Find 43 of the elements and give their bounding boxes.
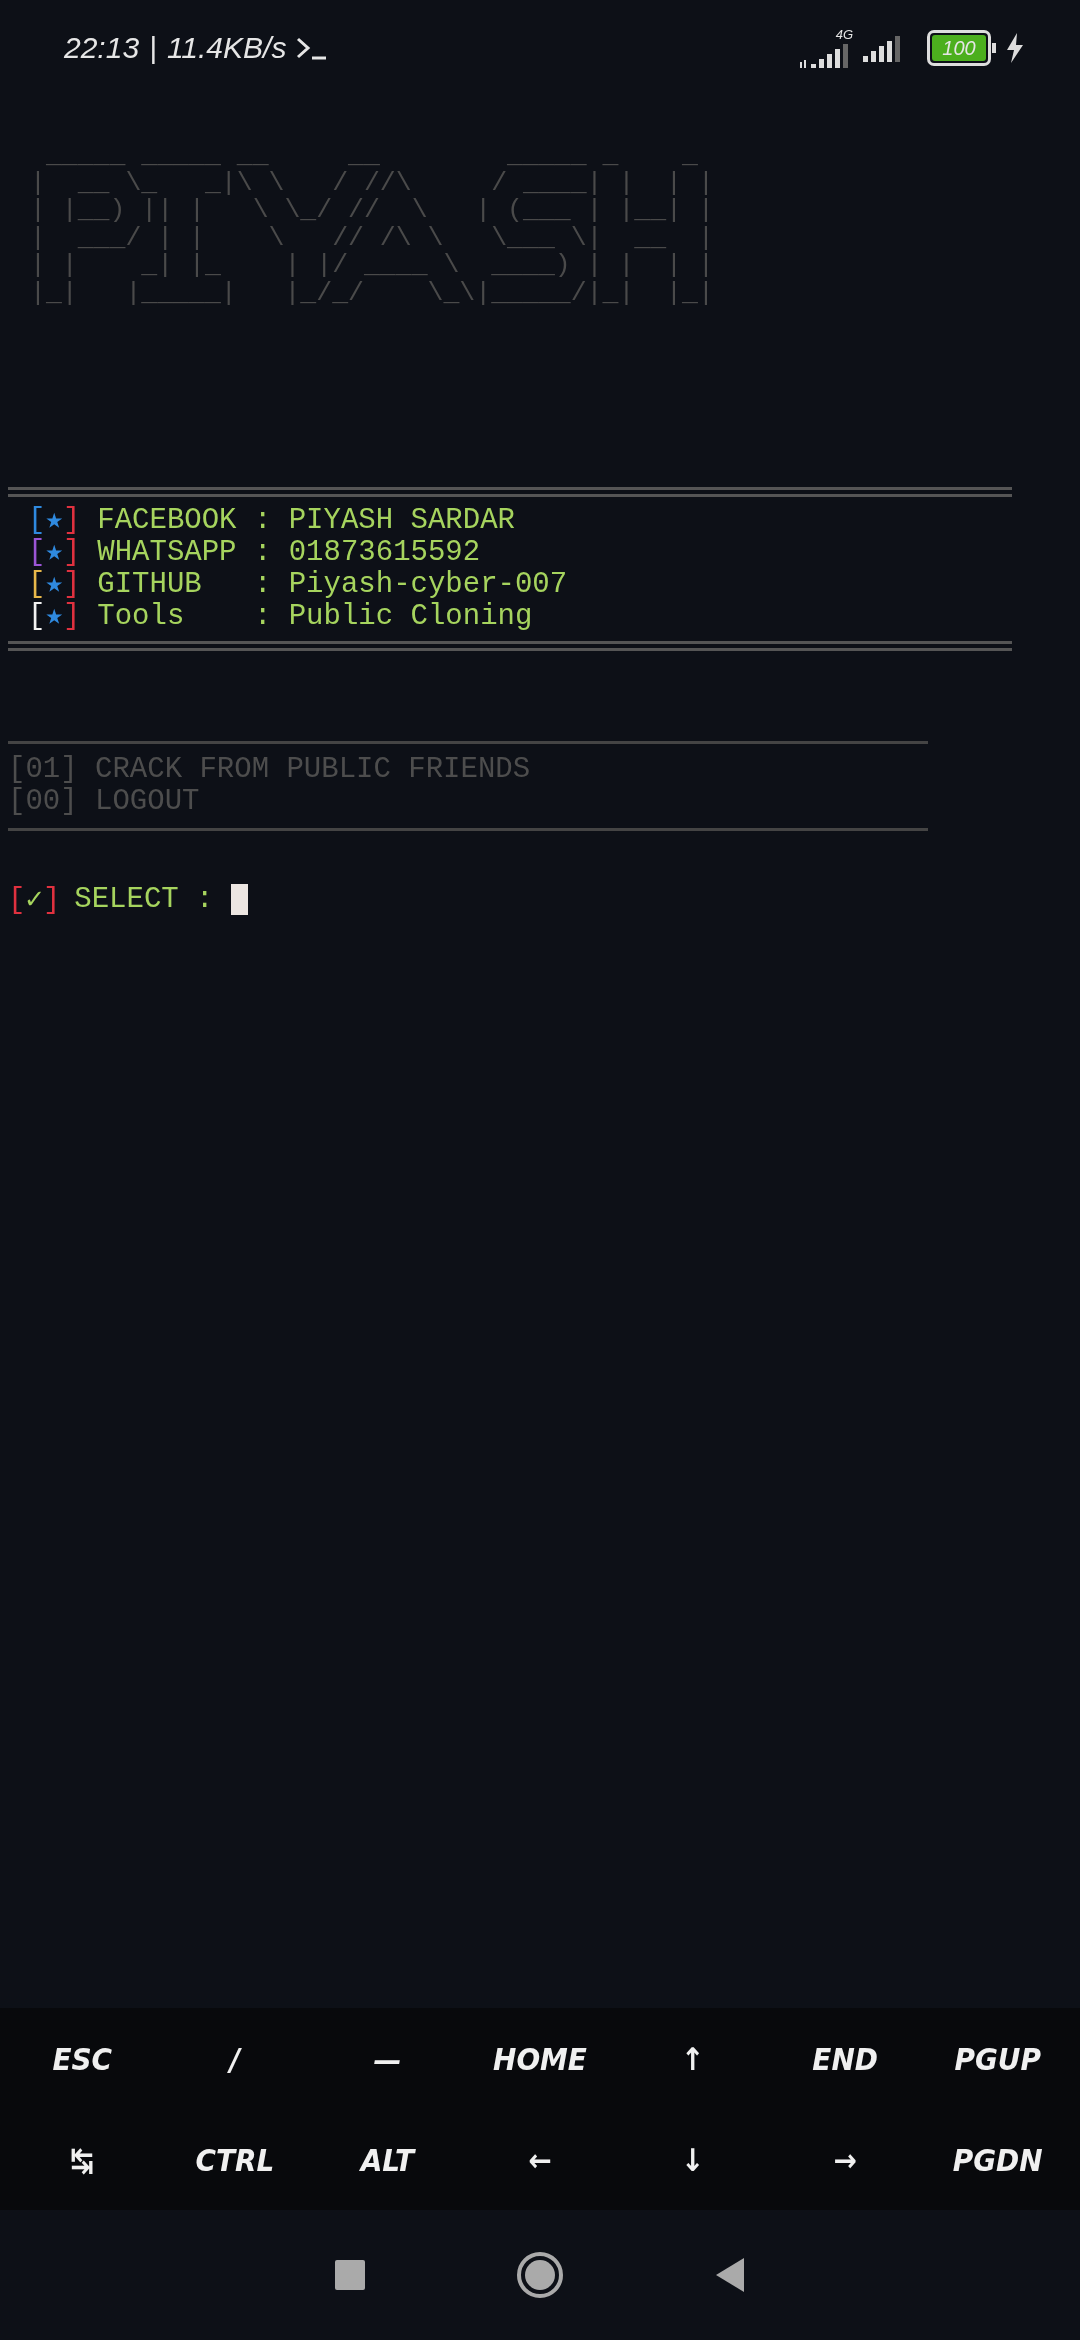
select-prompt: SELECT : xyxy=(74,882,214,916)
extra-key[interactable]: HOME xyxy=(487,2036,593,2081)
separator: | xyxy=(149,31,157,65)
ascii-banner-line: | ___/ | | \ // /\ \ \___ \| __ | xyxy=(30,224,715,252)
star-bullet: [★] xyxy=(28,537,81,569)
info-line: Tools : Public Cloning xyxy=(97,601,533,633)
menu-option: [01] CRACK FROM PUBLIC FRIENDS xyxy=(8,754,1072,786)
extra-key[interactable]: PGUP xyxy=(948,2036,1047,2081)
extra-key[interactable]: → xyxy=(827,2137,863,2182)
check-bullet: [✓] xyxy=(8,883,61,917)
terminal-prompt-icon xyxy=(296,36,329,60)
charging-icon xyxy=(1006,33,1024,63)
ascii-banner-line: |_| |_____| |_/_/ \_\|_____/|_| |_| xyxy=(30,279,715,307)
extra-key[interactable]: CTRL xyxy=(189,2137,281,2182)
extra-key[interactable]: ALT xyxy=(354,2137,421,2182)
star-bullet: [★] xyxy=(28,569,81,601)
ascii-banner-line: _____ _____ __ __ _____ _ _ xyxy=(44,142,699,170)
back-button[interactable] xyxy=(714,2257,746,2293)
menu-option: [00] LOGOUT xyxy=(8,786,1072,818)
ascii-banner-line: | |__) || | \ \_/ // \ | (___ | |__| | xyxy=(30,197,715,225)
star-bullet: [★] xyxy=(28,505,81,537)
info-line: GITHUB : Piyash-cyber-007 xyxy=(97,569,568,601)
battery-level: 100 xyxy=(942,36,976,60)
extra-key[interactable]: / xyxy=(223,2036,246,2081)
extra-key[interactable]: ↓ xyxy=(674,2137,711,2182)
extra-key[interactable]: PGDN xyxy=(946,2137,1049,2182)
extra-key[interactable]: ESC xyxy=(46,2036,119,2081)
extra-key[interactable]: END xyxy=(806,2036,884,2081)
text-cursor xyxy=(230,883,248,915)
network-speed: 11.4KB/s xyxy=(166,31,287,65)
home-button[interactable] xyxy=(516,2251,564,2299)
extra-key[interactable]: — xyxy=(367,2036,408,2081)
extra-key[interactable]: ↑ xyxy=(674,2036,711,2081)
info-line: FACEBOOK : PIYASH SARDAR xyxy=(97,505,515,537)
star-bullet: [★] xyxy=(28,601,81,633)
ascii-banner-line: | __ \_ _|\ \ / //\ / ____| | | | xyxy=(30,169,715,197)
clock: 22:13 xyxy=(64,31,140,65)
recents-button[interactable] xyxy=(334,2259,366,2291)
network-type: 4G xyxy=(835,28,853,42)
extra-key[interactable]: ↹ xyxy=(64,2137,100,2182)
info-line: WHATSAPP : 01873615592 xyxy=(97,537,481,569)
ascii-banner-line: | | _| |_ | |/ ____ \ ____) | | | | xyxy=(30,252,715,280)
extra-key[interactable]: ← xyxy=(522,2137,558,2182)
